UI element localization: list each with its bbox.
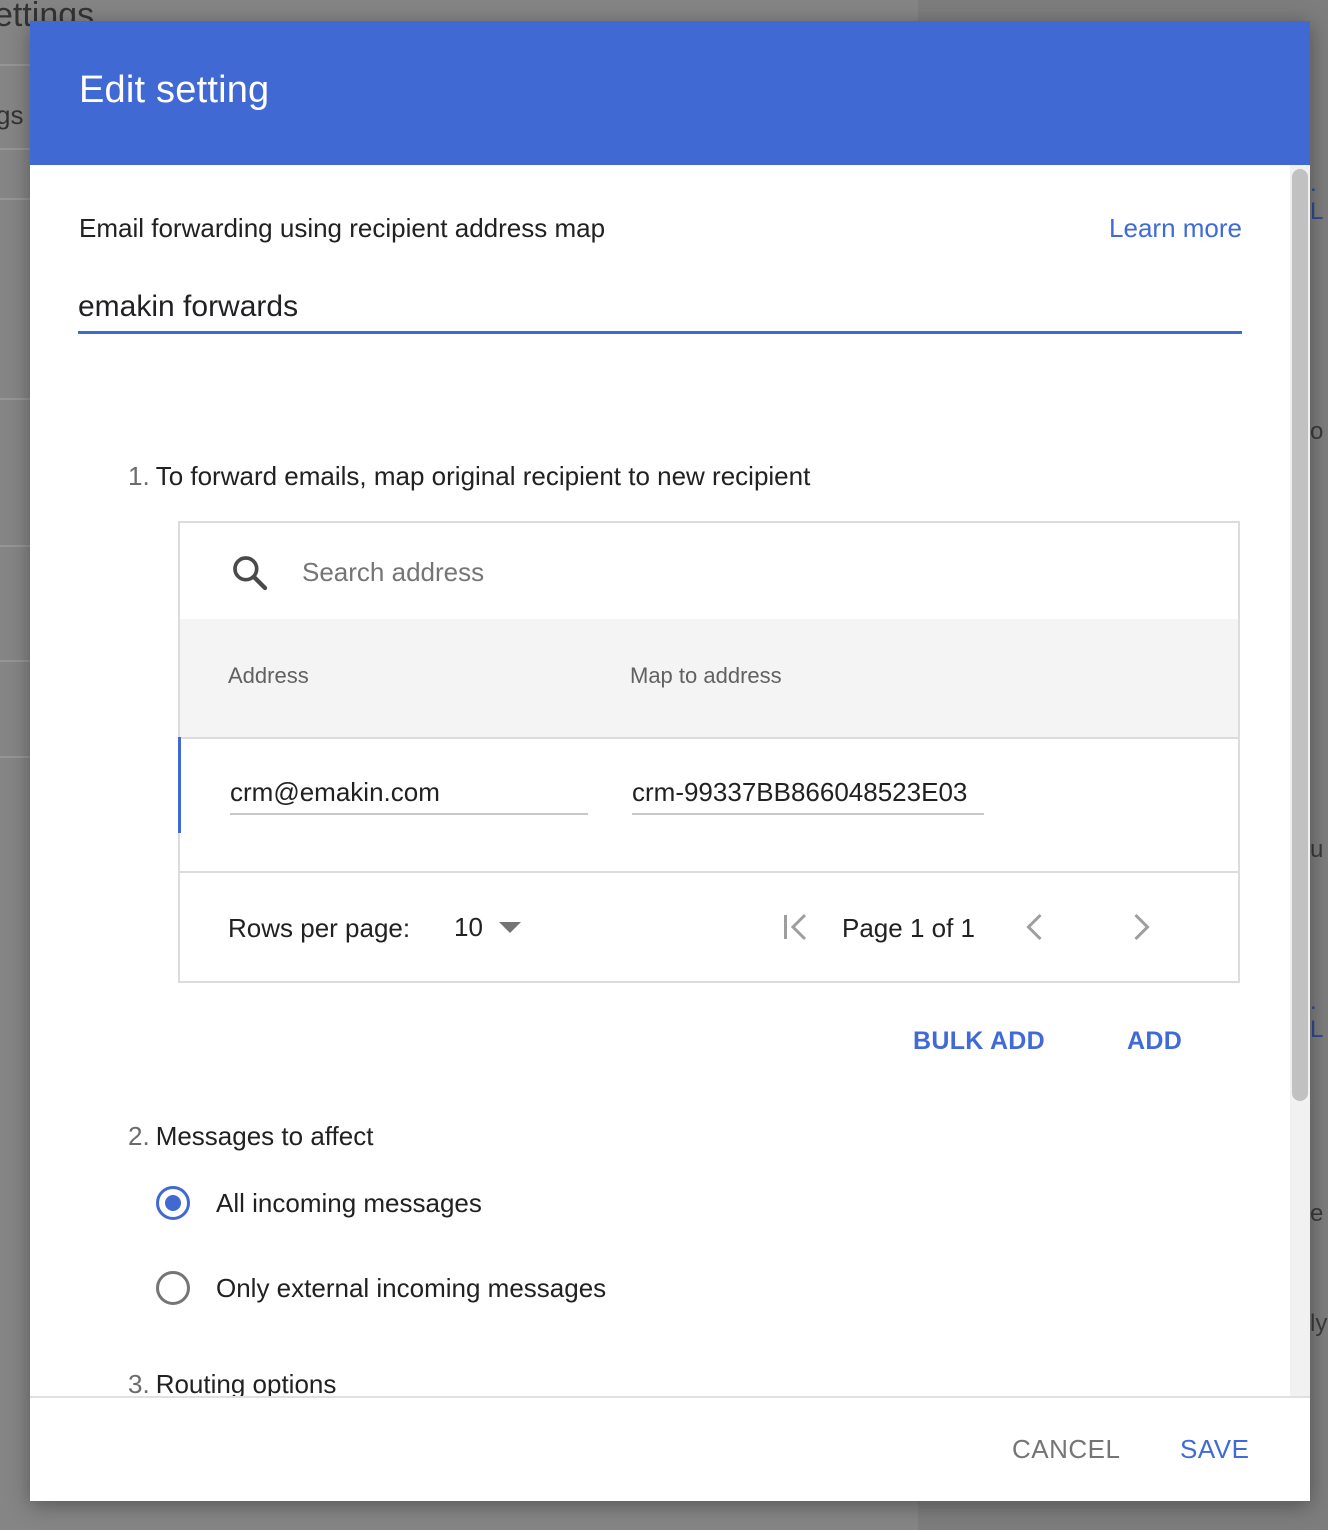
step-text: Messages to affect xyxy=(155,1121,374,1151)
background-fragment: ly xyxy=(1310,1310,1328,1337)
first-page-icon[interactable] xyxy=(778,909,814,945)
background-fragment: . L xyxy=(1310,988,1324,1043)
rows-per-page-value: 10 xyxy=(454,911,483,942)
table-header-row: Address Map to address xyxy=(180,619,1238,739)
edit-setting-dialog: Edit setting Email forwarding using reci… xyxy=(30,21,1310,1501)
background-fragment: o xyxy=(1310,418,1324,445)
address-input[interactable] xyxy=(230,771,588,815)
background-fragment: gs xyxy=(0,100,24,130)
radio-external-incoming[interactable]: Only external incoming messages xyxy=(156,1266,606,1310)
map-to-address-input[interactable] xyxy=(632,771,984,815)
search-address-input[interactable] xyxy=(300,551,1004,593)
column-header-address[interactable]: Address xyxy=(228,663,309,689)
column-header-map-to-address[interactable]: Map to address xyxy=(630,663,782,689)
rows-per-page-label: Rows per page: xyxy=(228,913,411,943)
step-1-heading: 1. To forward emails, map original recipi… xyxy=(128,461,810,492)
scrollbar-track[interactable] xyxy=(1290,165,1310,1396)
step-2-heading: 2. Messages to affect xyxy=(128,1121,373,1152)
dialog-footer: CANCEL SAVE xyxy=(30,1396,1310,1501)
step-text: Routing options xyxy=(155,1369,337,1396)
setting-label: Email forwarding using recipient address… xyxy=(79,213,606,243)
address-map-table: Address Map to address Rows per page: 10 xyxy=(178,521,1240,983)
radio-button-checked[interactable] xyxy=(156,1186,190,1220)
rows-per-page-select[interactable]: 10 xyxy=(454,905,521,949)
background-fragment: . L xyxy=(1310,170,1324,225)
save-button[interactable]: SAVE xyxy=(1180,1434,1249,1465)
pagination-row: Rows per page: 10 Page 1 of 1 xyxy=(180,871,1238,981)
scrollbar-thumb[interactable] xyxy=(1292,169,1308,1101)
row-selection-indicator xyxy=(178,737,181,833)
learn-more-link[interactable]: Learn more xyxy=(1109,213,1242,244)
background-divider xyxy=(0,756,30,758)
table-row[interactable] xyxy=(178,737,1238,873)
background-divider xyxy=(0,148,30,150)
step-number: 3. xyxy=(128,1369,150,1396)
radio-label: All incoming messages xyxy=(216,1187,482,1218)
dialog-title: Edit setting xyxy=(79,69,270,111)
background-fragment: u xyxy=(1310,836,1324,863)
background-divider xyxy=(0,64,30,66)
background-divider xyxy=(0,198,30,200)
dropdown-caret-icon xyxy=(498,921,521,933)
previous-page-icon[interactable] xyxy=(1018,909,1054,945)
radio-all-incoming[interactable]: All incoming messages xyxy=(156,1181,482,1225)
radio-button-unchecked[interactable] xyxy=(156,1271,190,1305)
radio-label: Only external incoming messages xyxy=(216,1272,607,1303)
dialog-content[interactable]: Email forwarding using recipient address… xyxy=(30,165,1310,1396)
step-3-heading: 3. Routing options xyxy=(128,1369,336,1396)
step-text: To forward emails, map original recipien… xyxy=(155,461,811,491)
page-indicator: Page 1 of 1 xyxy=(842,913,975,943)
background-divider xyxy=(0,398,30,400)
step-number: 1. xyxy=(128,461,150,491)
search-icon xyxy=(233,556,268,591)
background-divider xyxy=(0,545,30,547)
cancel-button[interactable]: CANCEL xyxy=(1012,1434,1120,1465)
background-divider xyxy=(0,660,30,662)
add-button[interactable]: ADD xyxy=(1127,1027,1182,1056)
dialog-header: Edit setting xyxy=(30,21,1310,165)
step-number: 2. xyxy=(128,1121,150,1151)
background-fragment: e xyxy=(1310,1200,1324,1227)
bulk-add-button[interactable]: BULK ADD xyxy=(913,1027,1045,1056)
setting-name-input[interactable] xyxy=(78,283,1242,334)
search-row xyxy=(180,523,1238,621)
next-page-icon[interactable] xyxy=(1122,909,1158,945)
